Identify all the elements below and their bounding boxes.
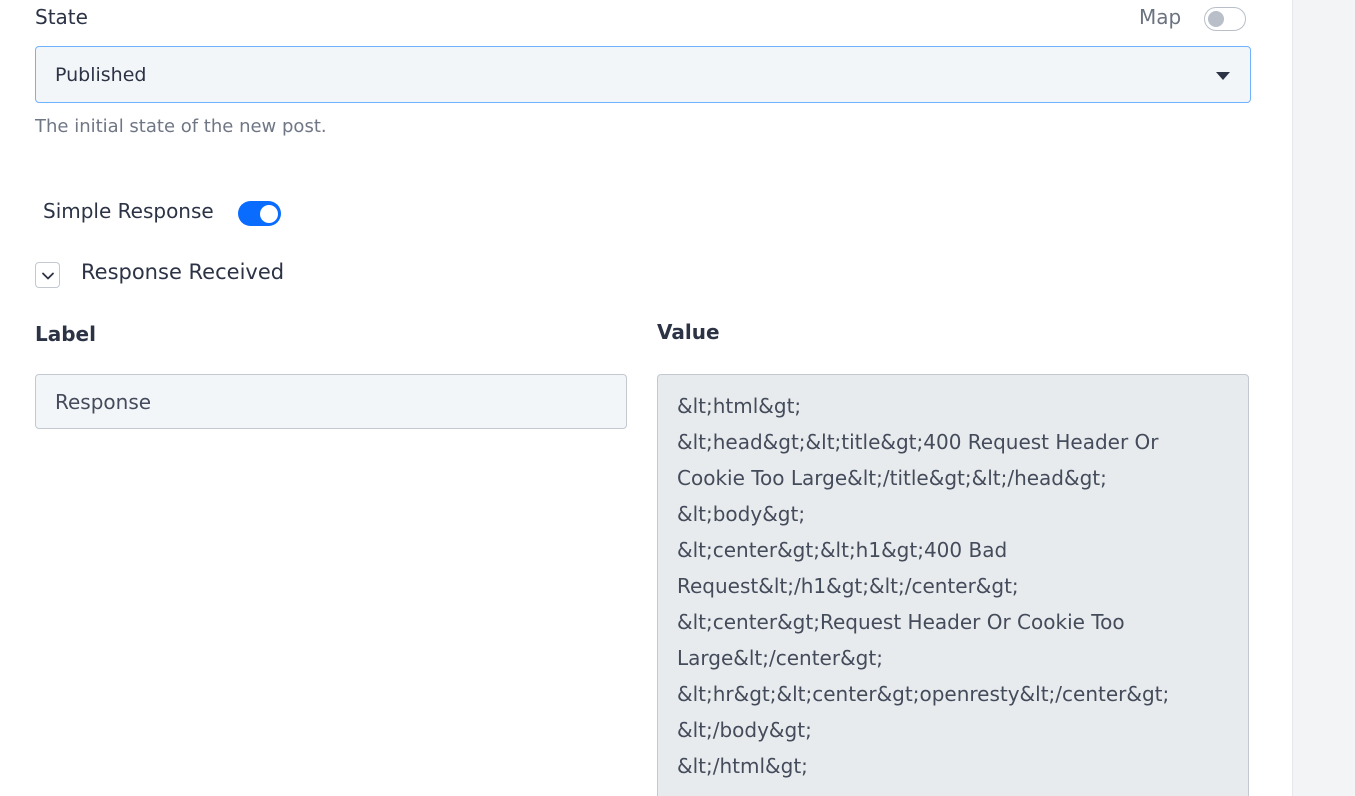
value-line: &lt;/body&gt;: [677, 718, 812, 742]
value-line: &lt;html&gt;: [677, 394, 802, 418]
page: State Map Published The initial state of…: [0, 0, 1355, 796]
simple-response-toggle[interactable]: [238, 201, 281, 226]
map-toggle-knob: [1208, 11, 1224, 27]
state-help-text: The initial state of the new post.: [35, 116, 327, 137]
caret-down-icon: [1216, 72, 1230, 80]
value-column-header: Value: [657, 320, 720, 344]
response-received-title: Response Received: [81, 260, 285, 284]
value-line: &lt;hr&gt;&lt;center&gt;openresty&lt;/ce…: [677, 682, 1170, 706]
simple-response-toggle-knob: [260, 204, 278, 223]
chevron-down-icon: [42, 272, 54, 280]
label-column-header: Label: [35, 322, 96, 346]
state-select[interactable]: Published: [35, 46, 1251, 103]
value-line: Cookie Too Large&lt;/title&gt;&lt;/head&…: [677, 466, 1107, 490]
value-line: &lt;center&gt;Request Header Or Cookie T…: [677, 610, 1125, 634]
value-line: &lt;/html&gt;: [677, 754, 808, 778]
response-value-field[interactable]: &lt;html&gt; &lt;head&gt;&lt;title&gt;40…: [657, 374, 1249, 796]
simple-response-label: Simple Response: [43, 199, 214, 223]
state-select-value: Published: [55, 64, 147, 86]
map-toggle[interactable]: [1204, 7, 1246, 31]
value-line: Request&lt;/h1&gt;&lt;/center&gt;: [677, 574, 1019, 598]
value-line: &lt;body&gt;: [677, 502, 806, 526]
value-line: &lt;head&gt;&lt;title&gt;400 Request Hea…: [677, 430, 1159, 454]
map-label: Map: [1139, 5, 1182, 29]
value-line: Large&lt;/center&gt;: [677, 646, 883, 670]
response-received-collapse-button[interactable]: [35, 262, 60, 288]
right-panel: [1292, 0, 1355, 796]
state-label: State: [35, 5, 88, 29]
response-label-input[interactable]: [35, 374, 627, 429]
value-line: &lt;center&gt;&lt;h1&gt;400 Bad: [677, 538, 1008, 562]
